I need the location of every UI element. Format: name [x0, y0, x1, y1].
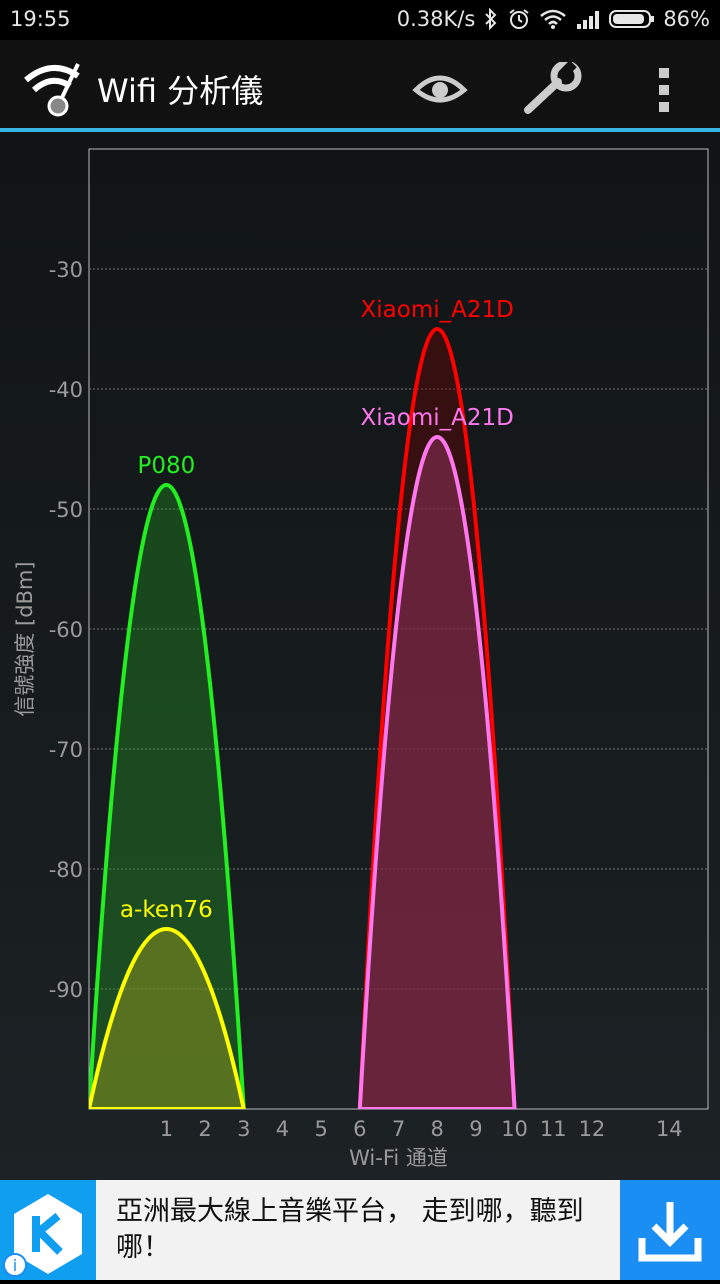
- signal-chart[interactable]: -30 -40 -50 -60 -70 -80 -90 1 2 3 4 5 6 7 8 9 10 11 12 14 Wi…: [0, 132, 720, 1180]
- ad-text: 亞洲最大線上音樂平台， 走到哪，聽到哪！: [116, 1196, 584, 1263]
- x-tick-label: 1: [160, 1117, 173, 1141]
- overflow-menu-button[interactable]: [644, 60, 684, 120]
- ad-banner[interactable]: 亞洲最大線上音樂平台， 走到哪，聽到哪！: [0, 1180, 720, 1280]
- app-bar: Wifi 分析儀: [0, 40, 720, 132]
- series-label: Xiaomi_A21D: [361, 297, 514, 323]
- x-tick-label: 5: [314, 1117, 327, 1141]
- y-tick-label: -90: [49, 978, 83, 1002]
- status-bar: 19:55 0.38K/s 86%: [0, 0, 720, 40]
- app-title: Wifi 分析儀: [97, 72, 264, 110]
- x-axis-label: Wi-Fi 通道: [349, 1146, 448, 1170]
- series-label: Xiaomi_A21D: [361, 405, 514, 431]
- alarm-icon: [509, 9, 529, 29]
- x-tick-label: 9: [469, 1117, 482, 1141]
- series-label: P080: [137, 453, 195, 479]
- x-tick-label: 11: [540, 1117, 567, 1141]
- bluetooth-icon: [485, 8, 497, 30]
- y-axis-label: 信號強度 [dBm]: [13, 561, 37, 716]
- eye-icon: [412, 75, 468, 103]
- wifi-analyzer-logo-icon: [24, 63, 80, 117]
- wrench-icon: [524, 60, 582, 114]
- y-tick-label: -70: [49, 738, 83, 762]
- x-tick-label: 3: [237, 1117, 250, 1141]
- y-tick-label: -50: [49, 498, 83, 522]
- more-vert-icon: [659, 68, 669, 112]
- x-tick-label: 7: [392, 1117, 405, 1141]
- download-icon: [638, 1202, 702, 1262]
- battery-percent: 86%: [663, 7, 710, 31]
- y-tick-label: -40: [49, 378, 83, 402]
- x-tick-label: 8: [431, 1117, 444, 1141]
- signal-chart-svg: -30-40-50-60-70-80-901 2 3 4 5 6 7 8 9 10 11 12 14Wi…: [13, 148, 709, 1170]
- net-speed: 0.38K/s: [396, 7, 476, 31]
- y-tick-label: -60: [49, 618, 83, 642]
- y-tick-label: -30: [49, 258, 83, 282]
- series-curve: [357, 435, 517, 1109]
- eye-button[interactable]: [410, 66, 470, 114]
- y-tick-label: -80: [49, 858, 83, 882]
- download-button[interactable]: [620, 1180, 720, 1280]
- series-label: a-ken76: [120, 897, 213, 923]
- ad-info-icon[interactable]: i: [2, 1252, 28, 1278]
- wifi-signal-icon: [540, 9, 567, 29]
- ad-info-glyph: i: [13, 1256, 17, 1275]
- x-tick-label: 6: [353, 1117, 366, 1141]
- settings-button[interactable]: [520, 60, 584, 118]
- x-tick-label: 10: [501, 1117, 528, 1141]
- cell-signal-icon: [577, 11, 600, 29]
- x-tick-label: 2: [198, 1117, 211, 1141]
- x-tick-label: 12: [579, 1117, 606, 1141]
- x-tick-label: 4: [276, 1117, 289, 1141]
- battery-icon: [609, 10, 655, 28]
- status-time: 19:55: [10, 7, 71, 31]
- x-tick-label: 14: [656, 1117, 683, 1141]
- status-right: 0.38K/s 86%: [397, 7, 710, 31]
